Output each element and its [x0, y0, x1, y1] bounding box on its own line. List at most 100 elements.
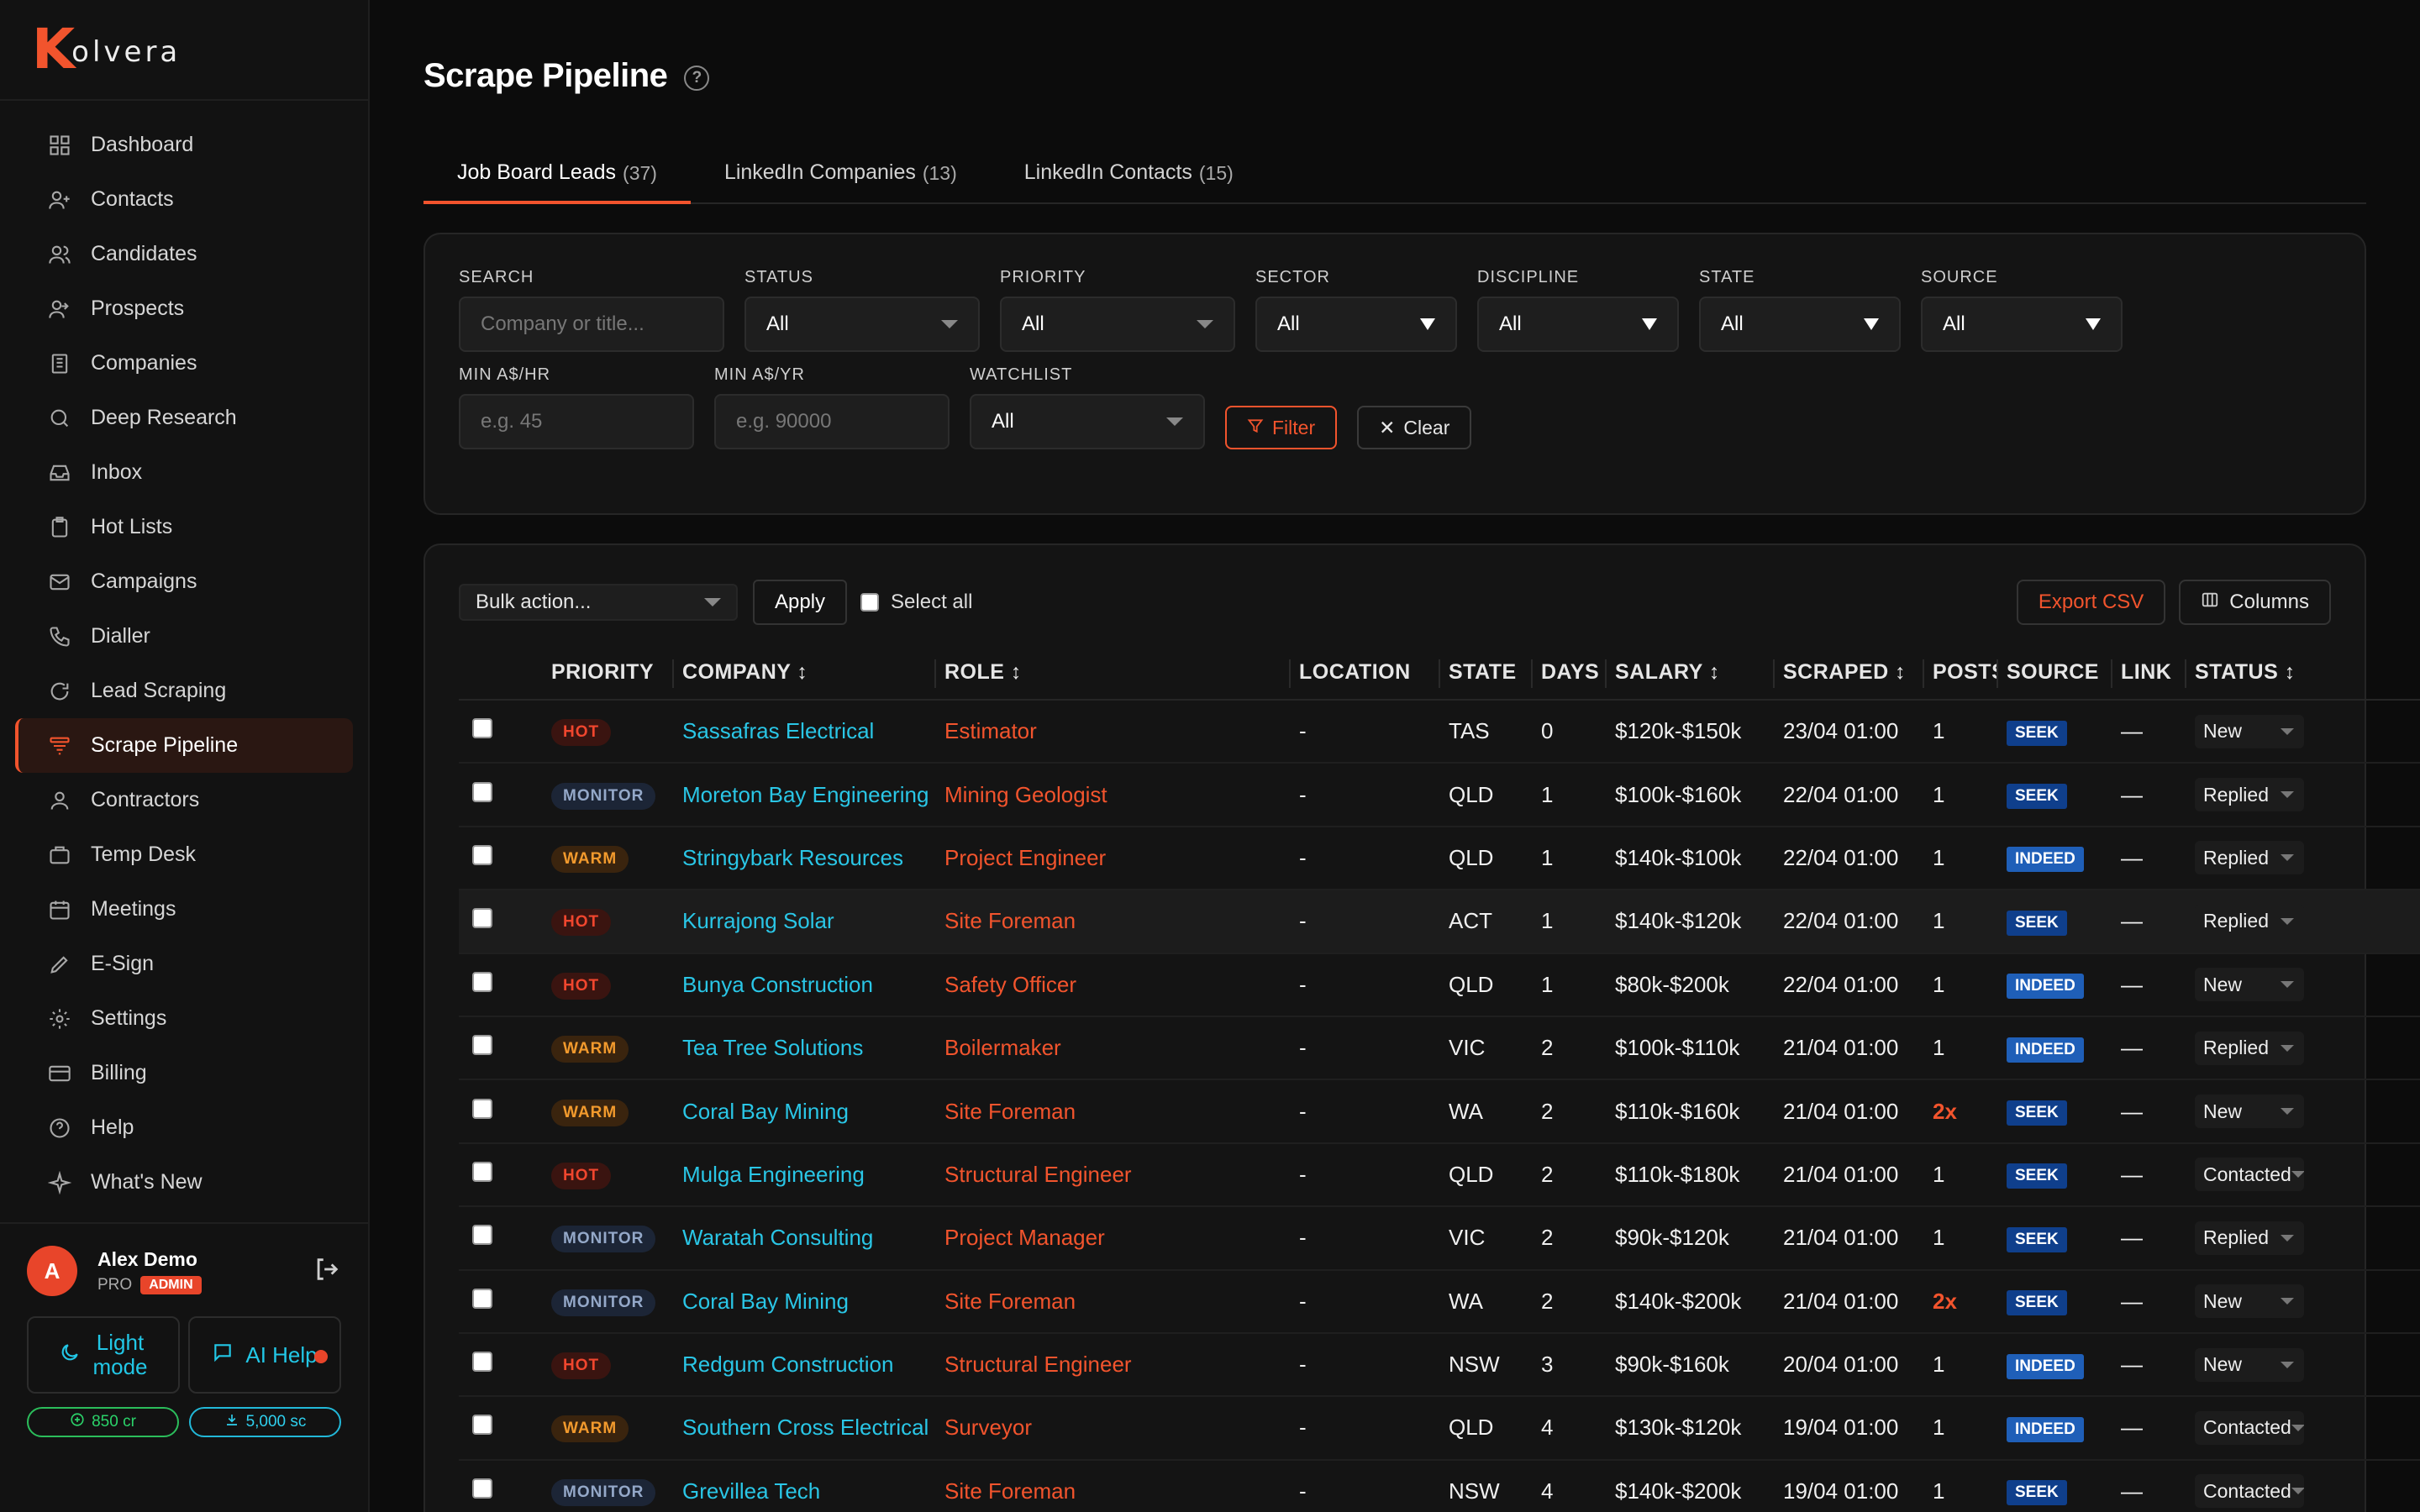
scrape-credits-badge[interactable]: 5,000 sc — [189, 1407, 341, 1437]
nav-candidates[interactable]: Candidates — [15, 227, 353, 281]
company-link[interactable]: Grevillea Tech — [674, 1459, 936, 1512]
table-row[interactable]: MONITOR Grevillea Tech Site Foreman - NSW 4 $1… — [459, 1459, 2420, 1512]
row-checkbox[interactable] — [472, 844, 492, 865]
nav-scrape-pipeline[interactable]: Scrape Pipeline — [15, 718, 353, 773]
table-row[interactable]: WARM Coral Bay Mining Site Foreman - WA 2 $110… — [459, 1079, 2420, 1144]
priority-select[interactable]: All — [1000, 297, 1235, 352]
row-checkbox[interactable] — [472, 1415, 492, 1436]
watchlist-select[interactable]: All — [970, 394, 1205, 449]
select-all[interactable]: Select all — [860, 591, 972, 614]
credits-badge[interactable]: 850 cr — [27, 1407, 179, 1437]
table-row[interactable]: HOT Mulga Engineering Structural Engineer -… — [459, 1142, 2420, 1208]
company-link[interactable]: Coral Bay Mining — [674, 1269, 936, 1334]
nav-campaigns[interactable]: Campaigns — [15, 554, 353, 609]
company-link[interactable]: Mulga Engineering — [674, 1142, 936, 1208]
state-select[interactable]: All — [1699, 297, 1901, 352]
nav-e-sign[interactable]: E-Sign — [15, 937, 353, 991]
light-mode-button[interactable]: Light mode — [27, 1316, 180, 1394]
nav-help[interactable]: Help — [15, 1100, 353, 1155]
nav-whats-new[interactable]: What's New — [15, 1155, 353, 1210]
status-select[interactable]: New — [2195, 1284, 2304, 1319]
row-checkbox[interactable] — [472, 1478, 492, 1499]
nav-contractors[interactable]: Contractors — [15, 773, 353, 827]
nav-meetings[interactable]: Meetings — [15, 882, 353, 937]
apply-button[interactable]: Apply — [753, 580, 848, 625]
row-checkbox[interactable] — [472, 1352, 492, 1373]
status-select[interactable]: Contacted — [2195, 1158, 2304, 1192]
company-link[interactable]: Sassafras Electrical — [674, 700, 936, 764]
table-row[interactable]: HOT Sassafras Electrical Estimator - TAS 0 $12… — [459, 700, 2420, 764]
status-select[interactable]: Contacted — [2195, 1474, 2304, 1509]
table-row[interactable]: WARM Tea Tree Solutions Boilermaker - VIC 2 $1… — [459, 1016, 2420, 1081]
columns-button[interactable]: Columns — [2179, 580, 2331, 625]
company-link[interactable]: Coral Bay Mining — [674, 1079, 936, 1144]
company-link[interactable]: Bunya Construction — [674, 953, 936, 1017]
search-input[interactable]: Company or title... — [459, 297, 724, 352]
min-hourly-input[interactable]: e.g. 45 — [459, 394, 694, 449]
status-select[interactable]: Replied — [2195, 1031, 2304, 1065]
nav-settings[interactable]: Settings — [15, 991, 353, 1046]
nav-contacts[interactable]: Contacts — [15, 172, 353, 227]
help-icon[interactable]: ? — [684, 65, 710, 91]
role-link[interactable]: Site Foreman — [936, 1459, 1291, 1512]
role-link[interactable]: Boilermaker — [936, 1016, 1291, 1081]
logout-icon[interactable] — [313, 1255, 341, 1288]
nav-dialler[interactable]: Dialler — [15, 609, 353, 664]
role-link[interactable]: Mining Geologist — [936, 763, 1291, 827]
min-yearly-input[interactable]: e.g. 90000 — [714, 394, 950, 449]
column-header-salary[interactable]: SALARY ↕ — [1607, 646, 1775, 701]
table-row[interactable]: MONITOR Moreton Bay Engineering Mining Geo… — [459, 763, 2420, 827]
select-all-checkbox[interactable] — [860, 593, 880, 612]
company-link[interactable]: Southern Cross Electrical — [674, 1396, 936, 1461]
nav-companies[interactable]: Companies — [15, 336, 353, 391]
table-row[interactable]: WARM Southern Cross Electrical Surveyor - QL… — [459, 1396, 2420, 1461]
role-link[interactable]: Structural Engineer — [936, 1332, 1291, 1398]
status-select[interactable]: Replied — [2195, 904, 2304, 938]
table-row[interactable]: WARM Stringybark Resources Project Enginee… — [459, 826, 2420, 891]
status-select[interactable]: Replied — [2195, 841, 2304, 875]
table-row[interactable]: MONITOR Coral Bay Mining Site Foreman - WA 2 $… — [459, 1269, 2420, 1334]
table-row[interactable]: HOT Redgum Construction Structural Enginee… — [459, 1332, 2420, 1398]
table-row[interactable]: HOT Bunya Construction Safety Officer - QLD 1… — [459, 953, 2420, 1017]
role-link[interactable]: Site Foreman — [936, 1079, 1291, 1144]
row-checkbox[interactable] — [472, 1288, 492, 1309]
company-link[interactable]: Moreton Bay Engineering — [674, 763, 936, 827]
status-select[interactable]: Replied — [2195, 778, 2304, 812]
tab-job-board-leads[interactable]: Job Board Leads (37) — [424, 154, 691, 204]
filter-button[interactable]: Filter — [1225, 406, 1338, 449]
table-row[interactable]: HOT Kurrajong Solar Site Foreman - ACT 1 $140k… — [459, 890, 2420, 954]
avatar[interactable]: A — [27, 1246, 77, 1296]
nav-hot-lists[interactable]: Hot Lists — [15, 500, 353, 554]
status-select[interactable]: New — [2195, 1095, 2304, 1129]
company-link[interactable]: Waratah Consulting — [674, 1206, 936, 1271]
role-link[interactable]: Surveyor — [936, 1396, 1291, 1461]
column-header-role[interactable]: ROLE ↕ — [936, 646, 1291, 701]
nav-inbox[interactable]: Inbox — [15, 445, 353, 500]
nav-deep-research[interactable]: Deep Research — [15, 391, 353, 445]
role-link[interactable]: Project Engineer — [936, 826, 1291, 891]
role-link[interactable]: Estimator — [936, 700, 1291, 764]
row-checkbox[interactable] — [472, 718, 492, 739]
nav-prospects[interactable]: Prospects — [15, 281, 353, 336]
nav-billing[interactable]: Billing — [15, 1046, 353, 1100]
status-select[interactable]: New — [2195, 968, 2304, 1002]
row-checkbox[interactable] — [472, 1161, 492, 1182]
column-header-scraped[interactable]: SCRAPED ↕ — [1775, 646, 1924, 701]
table-row[interactable]: MONITOR Waratah Consulting Project Manager… — [459, 1206, 2420, 1271]
column-header-company[interactable]: COMPANY ↕ — [674, 646, 936, 701]
ai-help-button[interactable]: AI Help — [188, 1316, 341, 1394]
row-checkbox[interactable] — [472, 781, 492, 802]
role-link[interactable]: Structural Engineer — [936, 1142, 1291, 1208]
row-checkbox[interactable] — [472, 1225, 492, 1246]
bulk-action-select[interactable]: Bulk action... — [459, 584, 738, 621]
role-link[interactable]: Project Manager — [936, 1206, 1291, 1271]
role-link[interactable]: Site Foreman — [936, 1269, 1291, 1334]
row-checkbox[interactable] — [472, 1098, 492, 1119]
company-link[interactable]: Stringybark Resources — [674, 826, 936, 891]
role-link[interactable]: Safety Officer — [936, 953, 1291, 1017]
status-select[interactable]: Contacted — [2195, 1410, 2304, 1445]
column-header-status[interactable]: STATUS ↕ — [2186, 646, 2420, 701]
status-select[interactable]: New — [2195, 714, 2304, 748]
nav-dashboard[interactable]: Dashboard — [15, 118, 353, 172]
source-select[interactable]: All — [1921, 297, 2123, 352]
